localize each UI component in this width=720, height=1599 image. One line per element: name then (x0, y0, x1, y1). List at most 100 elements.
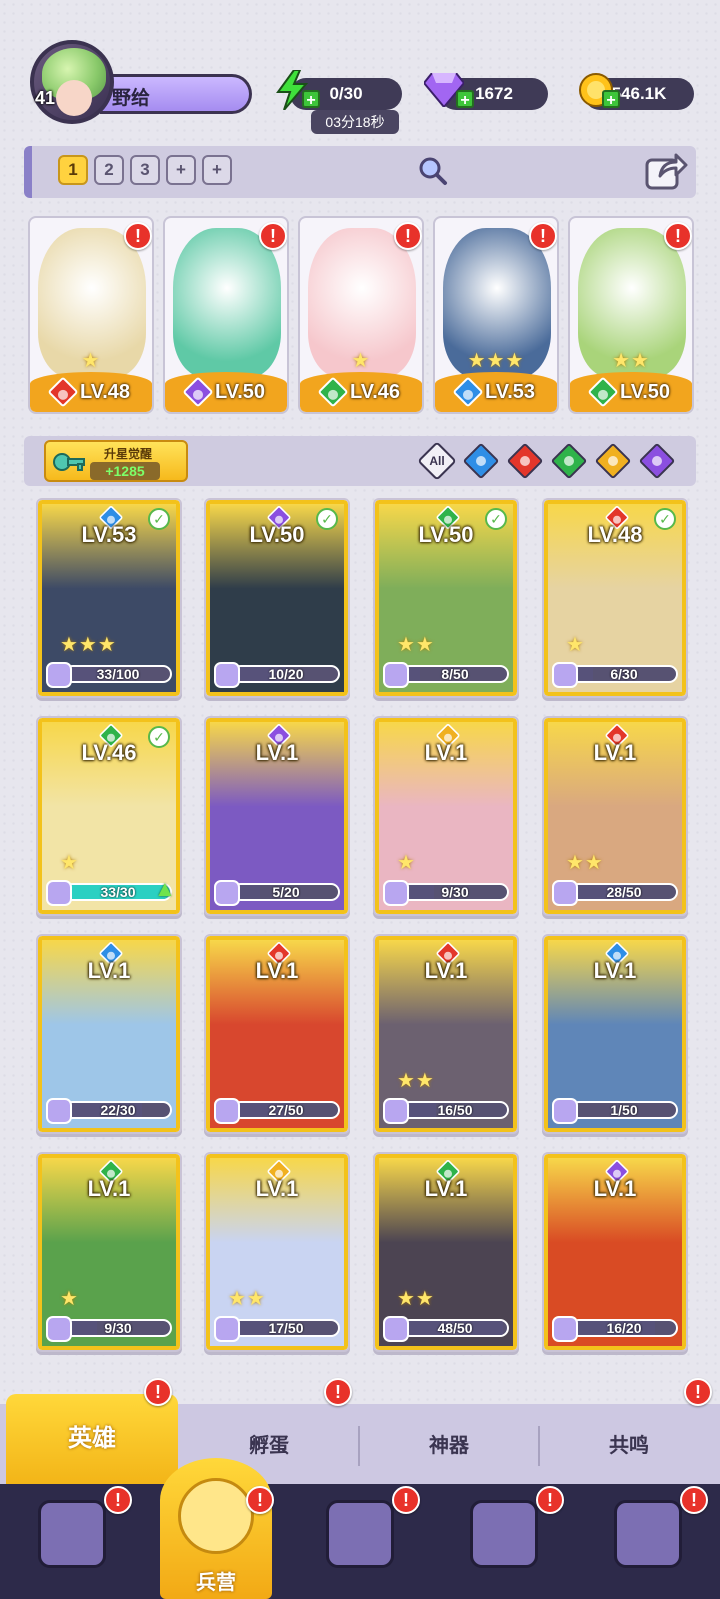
filter-fire-icon[interactable] (506, 442, 544, 480)
puzzle-piece-icon (383, 880, 409, 906)
upstar-awaken-button[interactable]: 升星觉醒 +1285 (44, 440, 188, 482)
team-hero-card[interactable]: ★★★ LV.53! (433, 216, 559, 414)
team-hero-card[interactable]: ★ LV.48! (28, 216, 154, 414)
fragment-count: 33/100 (96, 666, 140, 682)
fragment-progress: 16/50 (383, 1098, 509, 1124)
puzzle-piece-icon (552, 1098, 578, 1124)
hero-stars: ★★ (397, 634, 435, 656)
hero-card[interactable]: LV.1 27/50 (204, 934, 350, 1134)
hero-card[interactable]: ✓ LV.46 ★ 33/30 ▲ (36, 716, 182, 916)
wind-element-icon (587, 376, 619, 408)
fragment-count: 1/50 (610, 1102, 638, 1118)
fragment-progress: 28/50 (552, 880, 678, 906)
hero-stars: ★★ (228, 1288, 266, 1310)
resonance-alert-icon: ! (684, 1378, 712, 1406)
fragment-progress: 5/20 (214, 880, 340, 906)
hero-level: LV.48 (587, 522, 643, 547)
gold-plus-button[interactable]: + (602, 90, 620, 109)
hero-level: LV.1 (593, 740, 637, 765)
team-add-tab-1[interactable]: + (166, 155, 196, 185)
fragment-progress: 17/50 (214, 1316, 340, 1342)
nav-temple[interactable]: ! (432, 1484, 576, 1599)
hero-level-banner: LV.48 (30, 372, 152, 412)
tab-artifacts[interactable]: 神器 (360, 1404, 538, 1484)
hero-level: LV.1 (255, 958, 299, 983)
hero-card[interactable]: LV.1 16/20 (542, 1152, 688, 1352)
puzzle-piece-icon (552, 1316, 578, 1342)
hero-stars: ★★★ (60, 634, 117, 656)
hero-card[interactable]: ✓ LV.50 10/20 (204, 498, 350, 698)
upgrade-arrow-icon[interactable]: ▲ (154, 876, 176, 902)
team-hero-card[interactable]: ★★ LV.50! (568, 216, 694, 414)
nav-alert-icon: ! (392, 1486, 420, 1514)
hero-stars: ★ (351, 350, 371, 372)
barracks-icon (178, 1478, 254, 1554)
hero-alert-icon: ! (529, 222, 557, 250)
fragment-count: 22/30 (100, 1102, 136, 1118)
team-hero-card[interactable]: ★ LV.46! (298, 216, 424, 414)
nav-barracks[interactable]: 兵营 ! (144, 1458, 288, 1599)
gem-plus-button[interactable]: + (456, 90, 474, 109)
hero-stars: ★ (566, 634, 585, 656)
hero-card[interactable]: ✓ LV.50 ★★ 8/50 (373, 498, 519, 698)
nav-mushroom-house[interactable]: ! (576, 1484, 720, 1599)
hero-card[interactable]: LV.1 ★ 9/30 (36, 1152, 182, 1352)
fragment-count: 48/50 (437, 1320, 473, 1336)
hero-alert-icon: ! (124, 222, 152, 250)
fragment-count: 28/50 (606, 884, 642, 900)
hero-card[interactable]: ✓ LV.53 ★★★ 33/100 (36, 498, 182, 698)
search-icon[interactable] (418, 156, 448, 191)
nav-cards[interactable]: ! (0, 1484, 144, 1599)
filter-dark-icon[interactable] (638, 442, 676, 480)
hero-card[interactable]: LV.1 ★★ 28/50 (542, 716, 688, 916)
hero-card[interactable]: LV.1 22/30 (36, 934, 182, 1134)
team-add-tab-2[interactable]: + (202, 155, 232, 185)
top-status-bar: 野给 41 0/30 + 03分18秒 1672 + 546.1K + (0, 0, 720, 140)
upstar-count: +1285 (90, 462, 160, 480)
fragment-progress: 9/30 (46, 1316, 172, 1342)
hero-card[interactable]: LV.1 5/20 (204, 716, 350, 916)
fragment-progress: 33/100 (46, 662, 172, 688)
hatch-alert-icon: ! (324, 1378, 352, 1406)
share-icon[interactable] (644, 150, 688, 197)
hero-card[interactable]: LV.1 ★ 9/30 (373, 716, 519, 916)
mushroom-house-icon (614, 1500, 682, 1568)
hero-card[interactable]: LV.1 ★★ 48/50 (373, 1152, 519, 1352)
team-tab-3[interactable]: 3 (130, 155, 160, 185)
fragment-count: 5/20 (272, 884, 300, 900)
hero-level: LV.46 (349, 380, 401, 403)
fragment-count: 9/30 (441, 884, 469, 900)
hero-stars: ★ (81, 350, 101, 372)
hero-level: LV.46 (81, 740, 137, 765)
energy-plus-button[interactable]: + (302, 90, 320, 109)
upstar-title: 升星觉醒 (104, 447, 153, 461)
sub-tab-bar: 英雄 孵蛋 神器 共鸣 ! ! ! (0, 1378, 720, 1484)
puzzle-piece-icon (383, 1098, 409, 1124)
fragment-count: 6/30 (610, 666, 638, 682)
puzzle-piece-icon (214, 1098, 240, 1124)
hero-card[interactable]: LV.1 1/50 (542, 934, 688, 1134)
team-tab-2[interactable]: 2 (94, 155, 124, 185)
hero-level: LV.1 (424, 740, 468, 765)
fragment-progress: 27/50 (214, 1098, 340, 1124)
fragment-progress: 48/50 (383, 1316, 509, 1342)
filter-light-icon[interactable] (594, 442, 632, 480)
nav-map[interactable]: ! (288, 1484, 432, 1599)
tab-heroes[interactable]: 英雄 (6, 1394, 178, 1484)
filter-water-icon[interactable] (462, 442, 500, 480)
hero-card[interactable]: LV.1 ★★ 17/50 (204, 1152, 350, 1352)
team-hero-card[interactable]: LV.50! (163, 216, 289, 414)
fragment-progress: 16/20 (552, 1316, 678, 1342)
team-tab-1[interactable]: 1 (58, 155, 88, 185)
player-name[interactable]: 野给 (100, 74, 252, 114)
hero-card[interactable]: LV.1 ★★ 16/50 (373, 934, 519, 1134)
filter-all-icon[interactable]: All (417, 441, 457, 481)
hero-level: LV.1 (593, 1176, 637, 1201)
bottom-navigation: ! 兵营 ! ! ! ! (0, 1458, 720, 1599)
hero-level-banner: LV.46 (300, 372, 422, 412)
hero-alert-icon: ! (394, 222, 422, 250)
tab-resonance[interactable]: 共鸣 (540, 1404, 718, 1484)
puzzle-piece-icon (46, 662, 72, 688)
filter-wind-icon[interactable] (550, 442, 588, 480)
hero-card[interactable]: ✓ LV.48 ★ 6/30 (542, 498, 688, 698)
